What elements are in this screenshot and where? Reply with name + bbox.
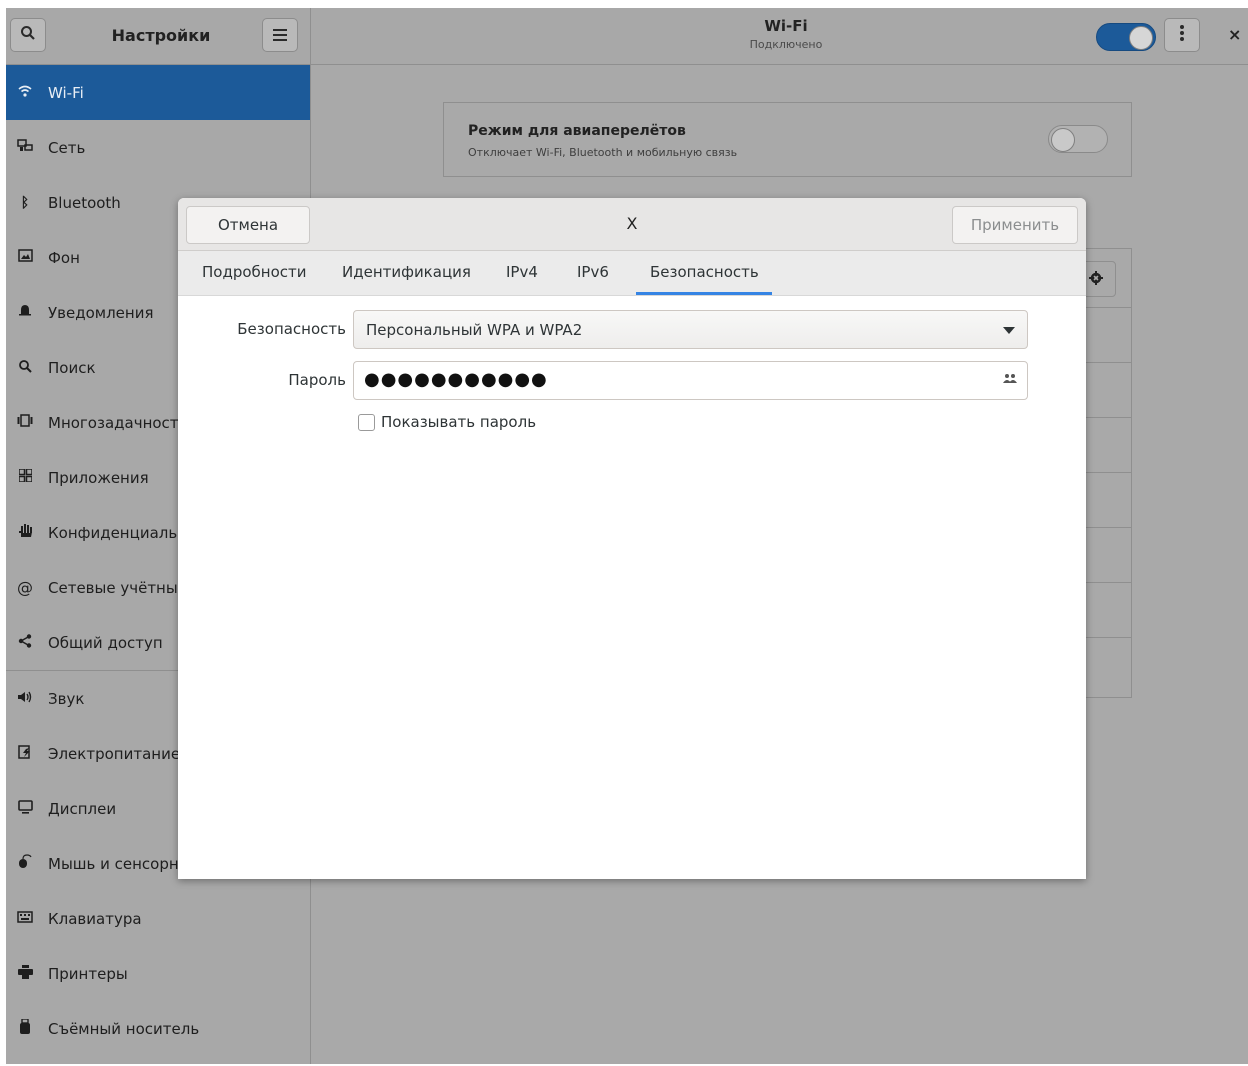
sidebar-item-label: Сеть [48, 138, 86, 157]
search-icon [14, 359, 36, 377]
security-label: Безопасность [237, 320, 346, 338]
password-value: ●●●●●●●●●●● [364, 369, 548, 390]
mouse-icon [14, 854, 36, 873]
sidebar-item-label: Конфиденциальн [48, 523, 187, 542]
dialog-tabs: Подробности Идентификация IPv4 IPv6 Безо… [178, 251, 1086, 296]
sidebar-item-label: Звук [48, 689, 85, 708]
sidebar-item-label: Поиск [48, 358, 96, 377]
sidebar-item-label: Фон [48, 248, 80, 267]
usb-icon [14, 1018, 36, 1038]
airplane-mode-title: Режим для авиаперелётов [468, 123, 686, 139]
sidebar-item-label: Электропитание [48, 744, 181, 763]
cancel-button[interactable]: Отмена [186, 206, 310, 244]
tab-ipv4[interactable]: IPv4 [506, 263, 538, 281]
multitasking-icon [14, 414, 36, 431]
keyboard-icon [14, 910, 36, 927]
bluetooth-icon: ᛒ [20, 194, 30, 211]
apps-grid-icon [14, 468, 36, 486]
background-icon [14, 249, 36, 266]
security-dropdown-value: Персональный WPA и WPA2 [366, 321, 583, 339]
sidebar-item-label: Уведомления [48, 303, 154, 322]
users-icon[interactable] [1003, 373, 1017, 387]
sidebar-item-label: Клавиатура [48, 909, 142, 928]
sidebar-item-label: Bluetooth [48, 193, 121, 212]
bell-icon [14, 304, 36, 321]
apply-button[interactable]: Применить [952, 206, 1078, 244]
menu-button[interactable] [262, 18, 298, 52]
password-label: Пароль [288, 371, 346, 389]
close-button[interactable]: × [1228, 25, 1241, 44]
tab-identity[interactable]: Идентификация [342, 263, 471, 281]
wifi-status: Подключено [749, 38, 823, 51]
sidebar-item-label: Общий доступ [48, 633, 163, 652]
wifi-toggle[interactable] [1096, 23, 1156, 51]
sidebar-item-label: Мышь и сенсорн [48, 854, 179, 873]
more-button[interactable] [1164, 18, 1200, 52]
speaker-icon [14, 691, 36, 707]
printer-icon [14, 964, 36, 983]
sidebar-item-label: Дисплеи [48, 799, 117, 818]
hand-icon [14, 523, 36, 542]
sidebar-item-wifi[interactable]: Wi-Fi [6, 65, 310, 120]
sidebar-item-label: Съёмный носитель [48, 1019, 200, 1038]
sidebar-item-keyboard[interactable]: Клавиатура [6, 891, 310, 946]
header-bar: Настройки Wi-Fi Подключено × [6, 8, 1248, 65]
network-dialog: Отмена X Применить Подробности Идентифик… [178, 198, 1086, 879]
settings-window: Настройки Wi-Fi Подключено × Wi-Fi Сеть … [6, 8, 1248, 1064]
sidebar-item-label: Сетевые учётные [48, 578, 187, 597]
show-password-row[interactable]: Показывать пароль [358, 412, 536, 432]
wifi-icon [14, 85, 36, 101]
panel-title: Wi-Fi Подключено [566, 17, 1006, 51]
password-field[interactable]: ●●●●●●●●●●● [353, 361, 1028, 400]
sidebar-item-printers[interactable]: Принтеры [6, 946, 310, 1001]
wifi-title: Wi-Fi [764, 17, 808, 35]
security-dropdown[interactable]: Персональный WPA и WPA2 [353, 310, 1028, 349]
sidebar-item-network[interactable]: Сеть [6, 120, 310, 175]
display-icon [14, 799, 36, 818]
sidebar-item-label: Принтеры [48, 964, 128, 983]
sidebar-item-label: Многозадачност [48, 413, 179, 432]
dialog-title: X [626, 214, 638, 233]
header-left: Настройки [6, 8, 311, 65]
dialog-header: Отмена X Применить [178, 198, 1086, 251]
airplane-mode-row: Режим для авиаперелётов Отключает Wi-Fi,… [443, 102, 1132, 177]
toggle-knob [1051, 128, 1075, 152]
airplane-mode-subtitle: Отключает Wi-Fi, Bluetooth и мобильную с… [468, 146, 738, 159]
active-tab-indicator [636, 292, 772, 295]
airplane-mode-toggle[interactable] [1048, 125, 1108, 153]
show-password-label: Показывать пароль [381, 413, 537, 431]
vertical-dots-icon [1180, 25, 1184, 45]
chevron-down-icon [1003, 327, 1015, 334]
power-icon [14, 744, 36, 763]
hamburger-menu-icon [273, 26, 287, 45]
gear-icon [1089, 270, 1103, 289]
share-icon [14, 633, 36, 652]
network-icon [14, 138, 36, 157]
toggle-knob [1129, 26, 1153, 50]
tab-ipv6[interactable]: IPv6 [577, 263, 609, 281]
search-button[interactable] [10, 18, 46, 52]
sidebar-item-label: Wi-Fi [48, 83, 84, 102]
tab-details[interactable]: Подробности [202, 263, 307, 281]
show-password-checkbox[interactable] [358, 413, 375, 431]
sidebar-item-label: Приложения [48, 468, 149, 487]
app-title: Настройки [111, 26, 211, 45]
at-sign-icon: @ [17, 578, 33, 597]
search-icon [20, 25, 36, 45]
sidebar-item-removable-media[interactable]: Съёмный носитель [6, 1001, 310, 1056]
tab-security[interactable]: Безопасность [650, 263, 759, 281]
